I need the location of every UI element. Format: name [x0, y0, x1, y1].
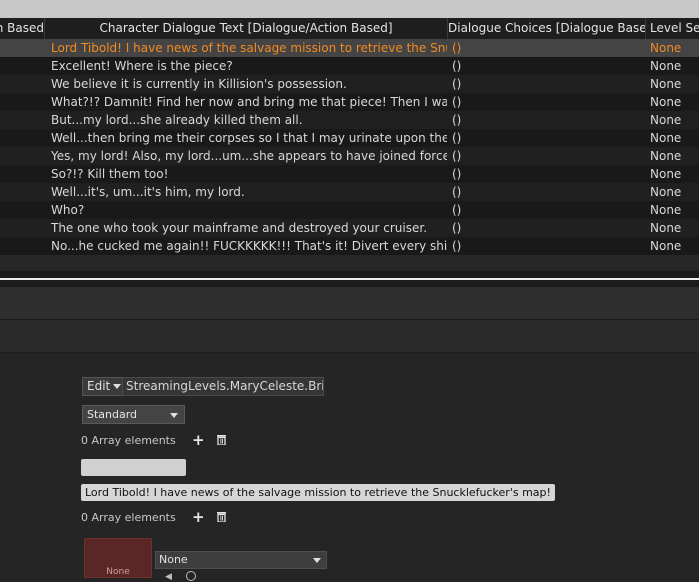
trash-icon[interactable] [217, 435, 226, 445]
dialogue-choices-cell: () [452, 165, 492, 183]
edit-button[interactable]: Edit [82, 377, 126, 396]
column-header-level-sequence[interactable]: Level Sec [646, 18, 699, 39]
dialogue-text-cell: What?!? Damnit! Find her now and bring m… [51, 93, 447, 111]
dialogue-choices-cell: () [452, 183, 492, 201]
table-row[interactable]: Well...it's, um...it's him, my lord. () … [0, 183, 699, 201]
dialogue-choices-cell: () [452, 39, 492, 57]
plus-icon[interactable]: + [192, 510, 205, 524]
column-header-dialogue-choices[interactable]: Dialogue Choices [Dialogue Based] [448, 18, 646, 39]
dialogue-choices-cell: () [452, 57, 492, 75]
dialogue-text-cell: But...my lord...she already killed them … [51, 111, 447, 129]
asset-picker-dropdown[interactable]: None [155, 551, 327, 569]
level-sequence-cell: None [650, 183, 699, 201]
dialogue-text-cell: Well...it's, um...it's him, my lord. [51, 183, 447, 201]
dialogue-choices-cell: () [452, 219, 492, 237]
table-header: n Based] Character Dialogue Text [Dialog… [0, 18, 699, 39]
dialogue-choices-cell: () [452, 75, 492, 93]
plus-icon[interactable]: + [192, 433, 205, 447]
array-elements-label: 0 Array elements [81, 511, 176, 525]
table-row[interactable]: No...he cucked me again!! FUCKKKKK!!! Th… [0, 237, 699, 255]
table-row[interactable]: So?!? Kill them too! () None [0, 165, 699, 183]
table-row[interactable]: Who? () None [0, 201, 699, 219]
table-row[interactable]: Excellent! Where is the piece? () None [0, 57, 699, 75]
trash-icon[interactable] [217, 512, 226, 522]
level-path-field[interactable]: StreamingLevels.MaryCeleste.Bridge [122, 377, 324, 396]
arrow-icon[interactable]: ◀ [165, 572, 172, 582]
table-row[interactable]: But...my lord...she already killed them … [0, 111, 699, 129]
column-header-dialogue-text[interactable]: Character Dialogue Text [Dialogue/Action… [45, 18, 448, 39]
dialogue-text-cell: Yes, my lord! Also, my lord...um...she a… [51, 147, 447, 165]
dialogue-choices-cell: () [452, 93, 492, 111]
panel-separator [0, 271, 699, 287]
level-sequence-cell: None [650, 39, 699, 57]
dialogue-text-cell: Lord Tibold! I have news of the salvage … [51, 39, 447, 57]
dialogue-text-cell: Who? [51, 201, 447, 219]
edit-button-label: Edit [87, 378, 110, 395]
mode-dropdown-value: Standard [87, 408, 137, 421]
separator-line [0, 278, 699, 280]
asset-thumbnail[interactable]: None [84, 538, 152, 578]
data-table: n Based] Character Dialogue Text [Dialog… [0, 0, 699, 271]
chevron-down-icon [113, 384, 121, 389]
dialogue-text-cell: Well...then bring me their corpses so I … [51, 129, 447, 147]
chevron-down-icon [170, 413, 178, 418]
level-sequence-cell: None [650, 147, 699, 165]
level-sequence-cell: None [650, 57, 699, 75]
dialogue-choices-cell: () [452, 147, 492, 165]
table-row[interactable]: Lord Tibold! I have news of the salvage … [0, 39, 699, 57]
dialogue-choices-cell: () [452, 237, 492, 255]
table-row[interactable]: What?!? Damnit! Find her now and bring m… [0, 93, 699, 111]
table-row[interactable]: We believe it is currently in Killision'… [0, 75, 699, 93]
dialogue-choices-cell: () [452, 129, 492, 147]
level-sequence-cell: None [650, 75, 699, 93]
table-body: Lord Tibold! I have news of the salvage … [0, 39, 699, 255]
level-sequence-cell: None [650, 219, 699, 237]
table-row[interactable]: Yes, my lord! Also, my lord...um...she a… [0, 147, 699, 165]
dialogue-choices-cell: () [452, 111, 492, 129]
table-footer [0, 255, 699, 271]
asset-thumbnail-label: None [85, 567, 151, 577]
toolbar-band [0, 287, 699, 320]
level-sequence-cell: None [650, 165, 699, 183]
level-sequence-cell: None [650, 201, 699, 219]
array-elements-label: 0 Array elements [81, 434, 176, 448]
dialogue-text-cell: Excellent! Where is the piece? [51, 57, 447, 75]
dialogue-text-cell: The one who took your mainframe and dest… [51, 219, 447, 237]
asset-picker-value: None [159, 553, 188, 566]
mode-dropdown[interactable]: Standard [82, 405, 185, 424]
chevron-down-icon [313, 558, 321, 563]
toolbar-band-secondary [0, 320, 699, 353]
dialogue-text-cell: So?!? Kill them too! [51, 165, 447, 183]
table-row[interactable]: Well...then bring me their corpses so I … [0, 129, 699, 147]
level-sequence-cell: None [650, 129, 699, 147]
table-top-bar [0, 0, 699, 18]
column-header-0[interactable]: n Based] [0, 18, 45, 39]
level-sequence-cell: None [650, 93, 699, 111]
level-sequence-cell: None [650, 237, 699, 255]
dialogue-choices-cell: () [452, 201, 492, 219]
dialogue-text-field[interactable]: Lord Tibold! I have news of the salvage … [81, 484, 555, 501]
text-input-empty[interactable] [81, 459, 186, 476]
dialogue-text-cell: We believe it is currently in Killision'… [51, 75, 447, 93]
dialogue-text-cell: No...he cucked me again!! FUCKKKKK!!! Th… [51, 237, 447, 255]
browse-icon[interactable] [186, 571, 196, 581]
table-row[interactable]: The one who took your mainframe and dest… [0, 219, 699, 237]
level-sequence-cell: None [650, 111, 699, 129]
